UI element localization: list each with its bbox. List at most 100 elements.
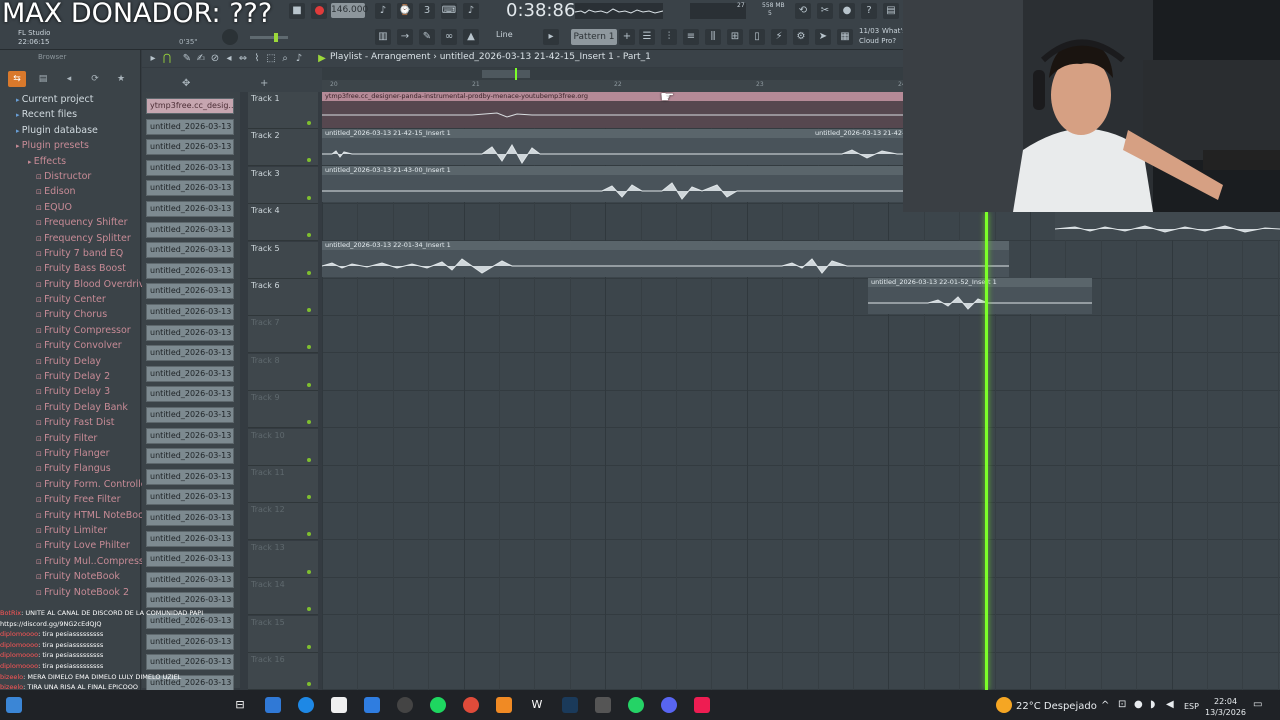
browser-item[interactable]: ⊡ Edison: [0, 184, 141, 199]
track-header[interactable]: Track 2: [248, 129, 318, 167]
track-header[interactable]: Track 13: [248, 540, 318, 578]
audio-clip-track4-partial[interactable]: [1055, 212, 1280, 240]
audio-clip-track3[interactable]: untitled_2026-03-13 21-43-00_Insert 1: [322, 166, 903, 202]
chrome-icon[interactable]: [463, 697, 479, 713]
browser-star-icon[interactable]: ★: [112, 71, 130, 87]
mic-icon[interactable]: ●: [1134, 699, 1143, 710]
track-mute-led[interactable]: [307, 345, 311, 350]
wifi-icon[interactable]: ◗: [1150, 699, 1155, 710]
playlist-icon[interactable]: ☰: [639, 29, 655, 45]
clip-source-item[interactable]: ytmp3free.cc_desig...: [146, 98, 234, 114]
playlist-overview-bar[interactable]: [322, 68, 903, 80]
track-header[interactable]: Track 9: [248, 391, 318, 429]
browser-item[interactable]: ⊡ Fruity Limiter: [0, 523, 141, 538]
countdown-icon[interactable]: 3: [419, 3, 435, 19]
browser-item[interactable]: ⊡ Frequency Splitter: [0, 231, 141, 246]
overview-scroll-handle[interactable]: [482, 70, 530, 78]
obs-icon[interactable]: [397, 697, 413, 713]
tray-chevron-icon[interactable]: ^: [1101, 700, 1109, 711]
track-mute-led[interactable]: [307, 195, 311, 200]
app-w-icon[interactable]: W: [529, 697, 545, 713]
play-tool-icon[interactable]: ♪: [291, 51, 307, 67]
browser-item[interactable]: ⊡ Fruity Delay Bank: [0, 400, 141, 415]
undo-icon[interactable]: ⟲: [795, 3, 811, 19]
audio-clip-track2[interactable]: untitled_2026-03-13 21-42-15_Insert 1 unt…: [322, 129, 903, 165]
clip-source-item[interactable]: untitled_2026-03-13 21-: [146, 551, 234, 568]
fl-studio-icon[interactable]: [496, 697, 512, 713]
master-pitch-knob[interactable]: [222, 29, 238, 45]
clip-source-item[interactable]: untitled_2026-03-13 21-: [146, 118, 234, 135]
pattern-selector[interactable]: Pattern 1: [571, 29, 617, 45]
master-volume-handle[interactable]: [274, 33, 278, 42]
move-icon[interactable]: ✥: [182, 78, 190, 89]
discord-icon[interactable]: [661, 697, 677, 713]
track-mute-led[interactable]: [307, 121, 311, 125]
browser-speaker-icon[interactable]: ◂: [60, 71, 78, 87]
clip-source-item[interactable]: untitled_2026-03-13 21-: [146, 159, 234, 176]
piano-roll-icon[interactable]: ▥: [375, 29, 391, 45]
browser-item[interactable]: ▸ Recent files: [0, 107, 141, 122]
clip-source-item[interactable]: untitled_2026-03-13 21-: [146, 201, 234, 217]
track-header[interactable]: Track 3: [248, 166, 318, 204]
steam-icon[interactable]: [562, 697, 578, 713]
track-mute-led[interactable]: [307, 682, 311, 686]
browser-item[interactable]: ⊡ Fruity Flanger: [0, 446, 141, 461]
track-header[interactable]: Track 10: [248, 428, 318, 466]
browser-item[interactable]: ⊡ Distructor: [0, 169, 141, 184]
track-mute-led[interactable]: [307, 569, 311, 574]
add-pattern-icon[interactable]: +: [619, 29, 635, 45]
clip-source-item[interactable]: untitled_2026-03-13 21-: [146, 139, 234, 156]
arrow-right-icon[interactable]: →: [397, 29, 413, 45]
browser-item[interactable]: ⊡ Fruity HTML NoteBook: [0, 508, 149, 523]
clip-source-item[interactable]: untitled_2026-03-13 21-: [146, 427, 234, 444]
network-icon[interactable]: ⊡: [1118, 699, 1126, 710]
track-mute-led[interactable]: [307, 457, 311, 462]
browser-icon[interactable]: ⊞: [727, 29, 743, 45]
browser-item[interactable]: ⊡ Fruity Compressor: [0, 323, 141, 338]
browser-file-icon[interactable]: ▤: [34, 71, 52, 87]
microphone-icon[interactable]: ●: [839, 3, 855, 19]
clip-source-item[interactable]: untitled_2026-03-13 21-: [146, 448, 234, 465]
browser-item[interactable]: ⊡ Fruity Center: [0, 292, 141, 307]
spotify-icon[interactable]: [430, 697, 446, 713]
volume-icon[interactable]: ◀: [1166, 699, 1174, 710]
clip-source-item[interactable]: untitled_2026-03-13 21-: [146, 345, 234, 362]
playlist-play-icon[interactable]: ▶: [314, 51, 330, 67]
audio-clip-track1[interactable]: ytmp3free.cc_designer-panda-instrumental…: [322, 92, 903, 128]
clip-source-item[interactable]: untitled_2026-03-13 21-: [146, 571, 234, 588]
browser-item[interactable]: ⊡ Fruity Filter: [0, 431, 141, 446]
tools-icon[interactable]: ⚙: [793, 29, 809, 45]
save-icon[interactable]: ▤: [883, 3, 899, 19]
weather-text[interactable]: 22°C Despejado: [1016, 701, 1097, 712]
browser-item[interactable]: ⊡ Fruity Delay 3: [0, 384, 141, 399]
track-mute-led[interactable]: [307, 158, 311, 163]
plug-icon[interactable]: ⚡: [771, 29, 787, 45]
browser-item[interactable]: ⊡ Fruity Form. Controller: [0, 477, 151, 492]
track-header[interactable]: Track 4: [248, 204, 318, 242]
notifications-icon[interactable]: ▭: [1253, 699, 1262, 710]
channel-rack-icon[interactable]: ⫶: [661, 29, 677, 45]
record-button[interactable]: [311, 3, 327, 19]
clip-source-item[interactable]: untitled_2026-03-13 21-: [146, 180, 234, 197]
browser-back-icon[interactable]: ⇆: [8, 71, 26, 87]
clip-source-item[interactable]: untitled_2026-03-13 21-: [146, 489, 234, 506]
clip-source-item[interactable]: untitled_2026-03-13 21-: [146, 242, 234, 259]
track-mute-led[interactable]: [307, 607, 311, 612]
browser-item[interactable]: ⊡ Fruity NoteBook: [0, 569, 141, 584]
audio-clip-track6[interactable]: untitled_2026-03-13 22-01-52_Insert 1: [868, 278, 1092, 314]
track-header[interactable]: Track 8: [248, 353, 318, 391]
loop-record-icon[interactable]: ♪: [463, 3, 479, 19]
track-mute-led[interactable]: [307, 308, 311, 312]
task-view-icon[interactable]: ⊟: [232, 697, 248, 713]
metronome-icon[interactable]: ♪: [375, 3, 391, 19]
arrow-icon[interactable]: ➤: [815, 29, 831, 45]
pattern-play-icon[interactable]: ▸: [543, 29, 559, 45]
files-icon[interactable]: [364, 697, 380, 713]
track-header[interactable]: Track 12: [248, 503, 318, 541]
playhead-marker[interactable]: [985, 212, 988, 690]
clip-source-item[interactable]: untitled_2026-03-13 21-: [146, 407, 234, 423]
piano-icon[interactable]: ⫼: [705, 29, 721, 45]
cut-icon[interactable]: ✂: [817, 3, 833, 19]
start-icon[interactable]: [6, 697, 22, 713]
track-header[interactable]: Track 6: [248, 279, 318, 316]
